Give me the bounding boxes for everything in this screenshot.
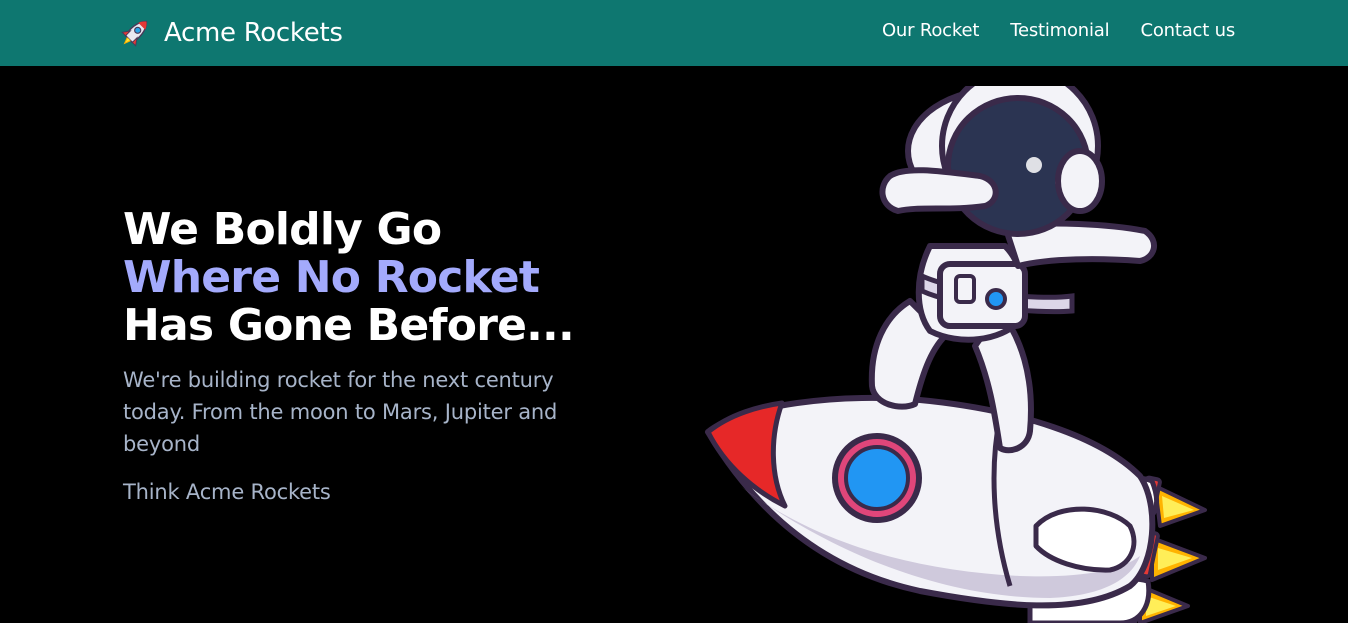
hero-section: We Boldly Go Where No Rocket Has Gone Be… [123,206,593,508]
nav-link-testimonial[interactable]: Testimonial [1010,20,1109,41]
headline-line-2: Where No Rocket [123,252,540,303]
hero-headline: We Boldly Go Where No Rocket Has Gone Be… [123,206,593,350]
rocket-icon [121,20,148,47]
nav-link-our-rocket[interactable]: Our Rocket [882,20,979,41]
rocket-graphic [705,394,1207,623]
nav-link-contact-us[interactable]: Contact us [1140,20,1235,41]
headline-line-1: We Boldly Go [123,204,442,255]
nav-links: Our Rocket Testimonial Contact us [882,20,1235,41]
hero-tagline: We're building rocket for the next centu… [123,368,558,456]
hero-cta-text: Think Acme Rockets [123,480,331,504]
astronaut-on-rocket-illustration [705,86,1207,623]
brand-name: Acme Rockets [164,18,343,48]
headline-line-3: Has Gone Before... [123,300,575,351]
navbar: Acme Rockets Our Rocket Testimonial Cont… [0,0,1348,66]
brand-link[interactable]: Acme Rockets [116,14,343,52]
astronaut-graphic [868,86,1157,454]
